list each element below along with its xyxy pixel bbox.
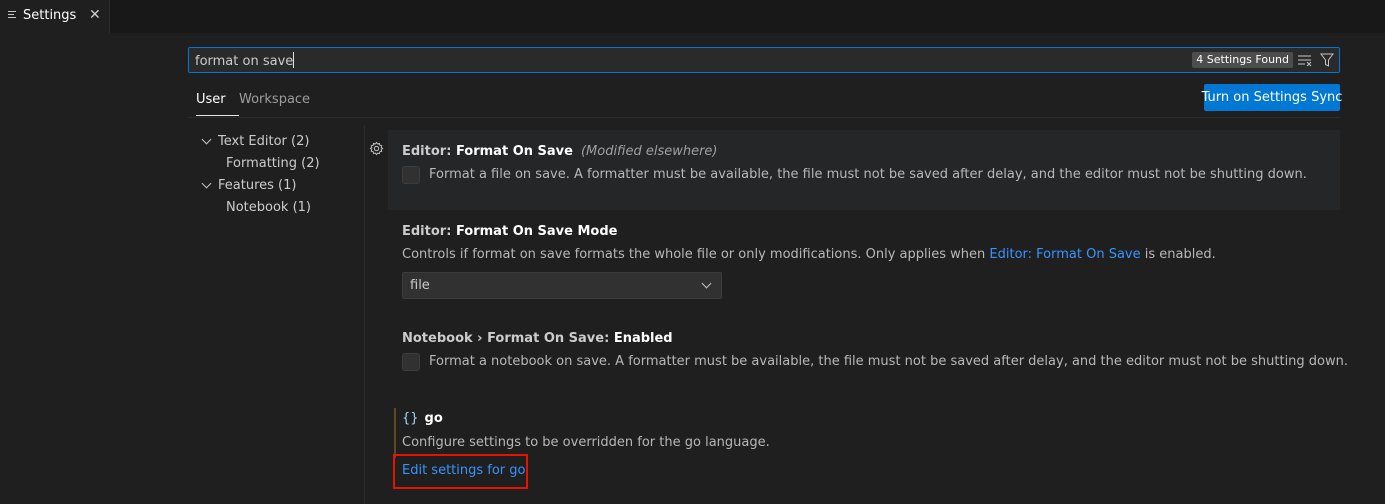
setting-title: Editor: Format On Save Mode [402,224,618,239]
results-count-badge: 4 Settings Found [1192,52,1293,68]
tab-label: Settings [23,8,77,23]
toc-item-notebook[interactable]: Notebook (1) [226,200,311,215]
toc-divider [364,125,365,504]
turn-on-settings-sync-button[interactable]: Turn on Settings Sync [1202,84,1342,111]
chevron-down-icon [701,278,712,289]
divider [188,117,1340,118]
toc-item-formatting[interactable]: Formatting (2) [226,156,320,171]
format-on-save-link[interactable]: Editor: Format On Save [989,247,1140,262]
text-caret [293,52,295,68]
setting-description: Format a file on save. A formatter must … [429,167,1307,182]
language-description: Configure settings to be overridden for … [402,435,770,450]
setting-description: Controls if format on save formats the w… [402,247,1216,262]
setting-description: Format a notebook on save. A formatter m… [429,354,1349,369]
toc-item-features[interactable]: Features (1) [218,178,296,193]
list-icon [8,11,17,21]
settings-tab[interactable]: Settings ✕ [0,0,110,33]
search-value[interactable]: format on save [195,52,295,69]
select-value: file [410,278,430,293]
notebook-format-on-save-checkbox[interactable] [402,353,420,371]
setting-title: Editor: Format On Save (Modified elsewher… [402,144,718,159]
toc-item-text-editor[interactable]: Text Editor (2) [218,134,309,149]
close-icon[interactable]: ✕ [89,7,101,23]
format-on-save-checkbox[interactable] [402,166,420,184]
clear-filter-icon[interactable] [1297,53,1313,67]
highlight-box: Edit settings for go [393,454,528,489]
tab-workspace[interactable]: Workspace [239,92,310,107]
format-on-save-mode-select[interactable]: file [402,272,722,299]
settings-search-input[interactable]: format on save 4 Settings Found [188,47,1340,73]
gear-icon[interactable] [369,141,384,156]
filter-icon[interactable] [1320,53,1334,67]
modified-elsewhere-indicator[interactable]: (Modified elsewhere) [581,144,718,159]
braces-icon: {} [402,411,419,426]
chevron-down-icon[interactable] [201,134,212,145]
language-override-marker [394,408,396,458]
language-title: {} go [402,411,443,426]
edit-settings-for-go-link[interactable]: Edit settings for go [402,463,526,478]
editor-tab-bar: Settings ✕ [0,0,1385,33]
chevron-down-icon[interactable] [201,178,212,189]
active-tab-indicator [196,115,239,116]
setting-title: Notebook › Format On Save: Enabled [402,331,673,346]
tab-user[interactable]: User [196,92,226,107]
